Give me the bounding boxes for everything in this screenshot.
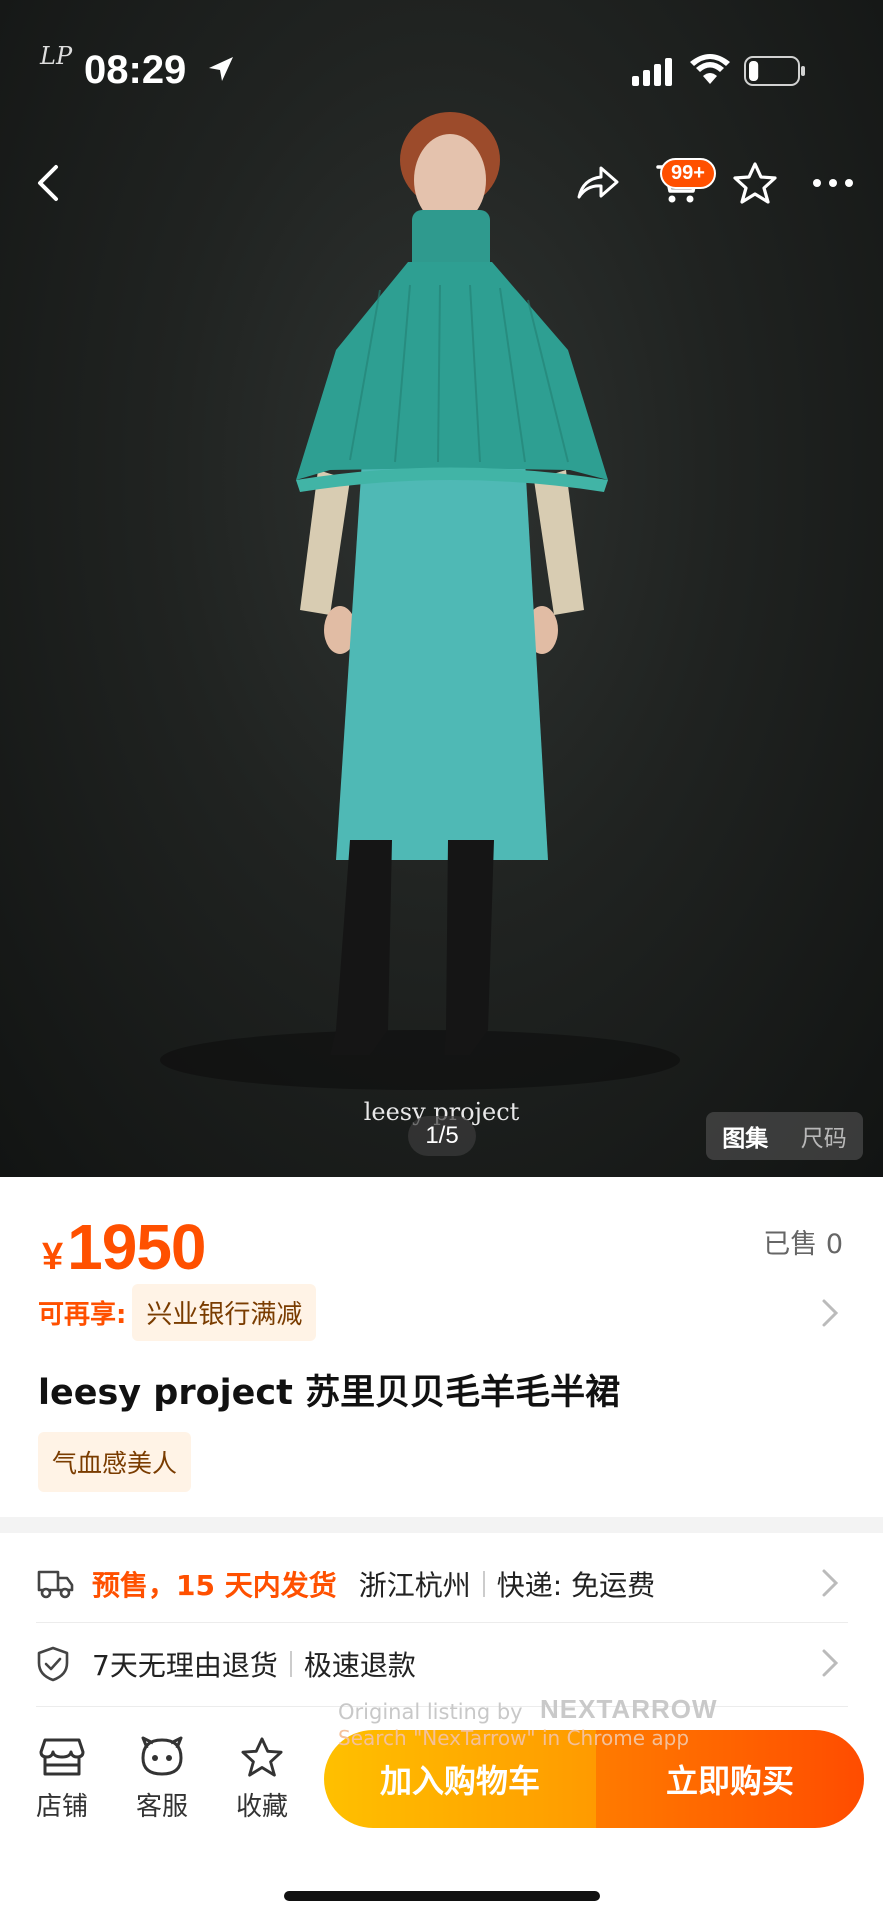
product-image-gallery[interactable]: LP 08:29 99+ leesy project 1/5 图集 尺码 xyxy=(0,0,883,1177)
shop-button[interactable]: 店铺 xyxy=(22,1736,102,1823)
origin-text: 浙江杭州 xyxy=(358,1569,471,1602)
customer-service-icon xyxy=(141,1736,183,1776)
status-time: 08:29 xyxy=(84,48,187,92)
star-icon xyxy=(241,1737,283,1777)
return-policy: 7天无理由退货 xyxy=(92,1649,278,1682)
share-button[interactable] xyxy=(565,150,631,216)
currency-symbol: ¥ xyxy=(42,1236,64,1278)
gallery-tabs: 图集 尺码 xyxy=(706,1112,863,1160)
location-arrow-icon xyxy=(209,57,233,81)
delivery-text: 快递: 免运费 xyxy=(496,1569,656,1602)
divider xyxy=(289,1651,292,1677)
tab-size[interactable]: 尺码 xyxy=(785,1119,864,1153)
divider xyxy=(482,1571,485,1597)
tab-gallery[interactable]: 图集 xyxy=(706,1119,785,1153)
back-icon xyxy=(38,165,58,201)
cellular-signal-icon xyxy=(632,58,672,86)
chevron-right-icon[interactable] xyxy=(821,1298,839,1328)
home-indicator[interactable] xyxy=(284,1891,600,1901)
product-page: LP 08:29 99+ leesy project 1/5 图集 尺码 ¥ 1… xyxy=(0,0,883,1920)
shipping-row[interactable]: 预售，15 天内发货 浙江杭州 快递: 免运费 xyxy=(0,1544,883,1622)
app-logo: LP xyxy=(40,42,73,70)
truck-icon xyxy=(37,1570,74,1599)
promo-row[interactable]: 可再享: 兴业银行满减 xyxy=(38,1283,317,1341)
battery-icon xyxy=(744,56,805,86)
product-title: leesy project 苏里贝贝毛羊毛半裙 xyxy=(38,1373,621,1413)
watermark-search-text: Search "NexTarrow" in Chrome app xyxy=(338,1726,690,1750)
chevron-right-icon xyxy=(822,1569,839,1597)
shipping-text: 预售，15 天内发货 浙江杭州 快递: 免运费 xyxy=(92,1564,655,1604)
top-action-bar xyxy=(0,150,883,220)
back-button[interactable] xyxy=(16,150,82,216)
star-icon xyxy=(733,162,777,204)
section-divider xyxy=(0,1517,883,1533)
chevron-right-icon xyxy=(822,1649,839,1677)
watermark-text: Original listing by xyxy=(338,1700,523,1724)
price-value: 1950 xyxy=(67,1211,206,1283)
customer-service-button[interactable]: 客服 xyxy=(122,1736,202,1823)
returns-text: 7天无理由退货 极速退款 xyxy=(92,1644,416,1684)
favorite-label: 收藏 xyxy=(235,1792,288,1822)
wifi-icon xyxy=(690,54,730,84)
favorite-top-button[interactable] xyxy=(722,150,788,216)
sold-count: 已售 0 xyxy=(763,1229,843,1260)
returns-row[interactable]: 7天无理由退货 极速退款 xyxy=(0,1624,883,1702)
watermark-brand: NEXTARROW xyxy=(540,1694,718,1724)
price: ¥ 1950 xyxy=(42,1210,207,1284)
service-label: 客服 xyxy=(135,1792,188,1822)
refund-text: 极速退款 xyxy=(303,1649,416,1682)
share-icon xyxy=(577,166,619,199)
more-icon xyxy=(813,179,853,187)
status-bar: LP 08:29 xyxy=(0,0,883,140)
shield-check-icon xyxy=(37,1646,69,1682)
more-button[interactable] xyxy=(800,150,866,216)
cart-count-badge: 99+ xyxy=(660,158,716,189)
product-tag: 气血感美人 xyxy=(38,1432,192,1492)
promo-label: 可再享: xyxy=(38,1299,127,1330)
shop-label: 店铺 xyxy=(35,1792,88,1822)
presale-text: 预售，15 天内发货 xyxy=(92,1569,337,1602)
shop-icon xyxy=(39,1738,85,1776)
image-pager: 1/5 xyxy=(408,1116,476,1156)
favorite-button[interactable]: 收藏 xyxy=(222,1736,302,1823)
row-divider xyxy=(36,1622,848,1623)
promo-tag: 兴业银行满减 xyxy=(132,1283,317,1341)
